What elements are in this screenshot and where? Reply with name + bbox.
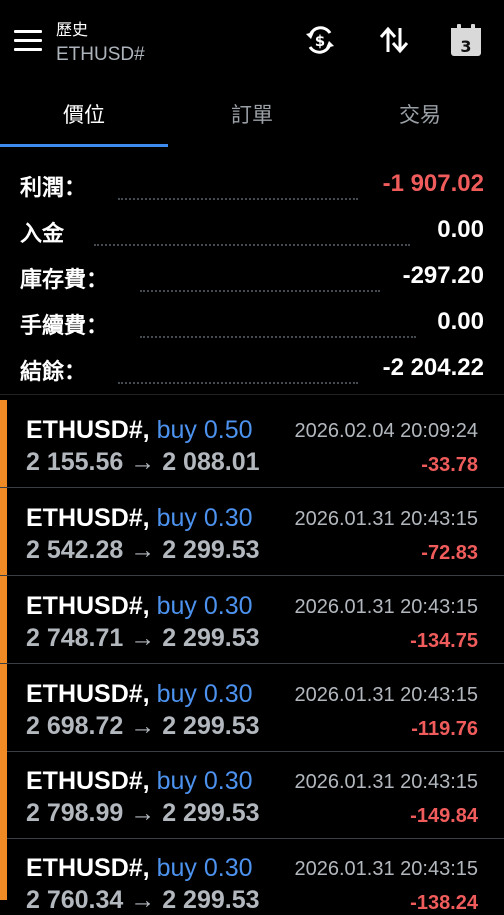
deal-prices: 2 155.56 → 2 088.01 xyxy=(26,448,260,476)
deal-profit: -72.83 xyxy=(421,542,478,564)
deal-symbol: ETHUSD#, buy 0.30 xyxy=(26,592,253,620)
summary-value: -2 204.22 xyxy=(382,354,484,381)
deal-symbol: ETHUSD#, buy 0.30 xyxy=(26,767,253,795)
deal-profit: -134.75 xyxy=(410,630,478,652)
summary-row-commission: 手續費： 0.00 xyxy=(0,302,504,348)
deal-side: buy 0.30 xyxy=(156,504,253,532)
deal-time: 2026.01.31 20:43:15 xyxy=(294,596,478,618)
deal-profit: -149.84 xyxy=(410,805,478,827)
tab-orders[interactable]: 訂單 xyxy=(168,84,336,146)
deal-time: 2026.01.31 20:43:15 xyxy=(294,684,478,706)
summary-label: 利潤： xyxy=(20,176,87,201)
deal-prices: 2 542.28 → 2 299.53 xyxy=(26,536,260,564)
summary-value: -297.20 xyxy=(402,262,484,289)
deal-row[interactable]: ETHUSD#, buy 0.30 2 748.71 → 2 299.53 20… xyxy=(0,576,504,664)
dot-leader xyxy=(94,224,410,246)
dot-leader xyxy=(118,178,358,200)
summary-value: 0.00 xyxy=(437,216,484,243)
deal-marker xyxy=(0,838,7,900)
sync-currency-icon[interactable]: $ xyxy=(302,22,338,58)
divider xyxy=(0,394,504,395)
active-tab-indicator xyxy=(0,144,168,147)
svg-text:$: $ xyxy=(315,32,325,50)
sort-icon[interactable] xyxy=(376,22,412,58)
deal-symbol: ETHUSD#, buy 0.30 xyxy=(26,680,253,708)
deal-row[interactable]: ETHUSD#, buy 0.30 2 760.34 → 2 299.53 20… xyxy=(0,838,504,914)
deal-row[interactable]: ETHUSD#, buy 0.50 2 155.56 → 2 088.01 20… xyxy=(0,400,504,488)
summary-row-balance: 結餘： -2 204.22 xyxy=(0,348,504,394)
page-title: 歷史 xyxy=(56,20,89,39)
deal-side: buy 0.30 xyxy=(156,854,253,882)
deal-prices: 2 760.34 → 2 299.53 xyxy=(26,886,260,914)
summary-label: 手續費： xyxy=(20,314,109,339)
dot-leader xyxy=(118,362,358,384)
summary-row-deposit: 入金 0.00 xyxy=(0,210,504,256)
deal-time: 2026.02.04 20:09:24 xyxy=(294,420,478,442)
deal-time: 2026.01.31 20:43:15 xyxy=(294,858,478,880)
deal-marker xyxy=(0,488,7,575)
deal-symbol: ETHUSD#, buy 0.30 xyxy=(26,854,253,882)
deal-marker xyxy=(0,664,7,751)
deal-side: buy 0.30 xyxy=(156,767,253,795)
deal-profit: -119.76 xyxy=(411,718,478,740)
menu-icon[interactable] xyxy=(14,30,42,52)
deal-marker xyxy=(0,751,7,838)
summary-label: 庫存費： xyxy=(20,268,109,293)
summary-label: 入金 xyxy=(20,222,65,247)
deal-profit: -33.78 xyxy=(421,454,478,476)
summary-row-profit: 利潤： -1 907.02 xyxy=(0,164,504,210)
summary-value: 0.00 xyxy=(437,308,484,335)
dot-leader xyxy=(140,270,380,292)
tab-bar: 價位 訂單 交易 xyxy=(0,84,504,148)
deal-marker xyxy=(0,400,7,487)
deal-side: buy 0.30 xyxy=(156,680,253,708)
calendar-day: 3 xyxy=(460,37,471,56)
summary-label: 結餘： xyxy=(20,360,87,385)
deal-symbol: ETHUSD#, buy 0.50 xyxy=(26,416,253,444)
top-app-bar: 歷史 ETHUSD# $ 3 xyxy=(0,0,504,84)
deal-side: buy 0.30 xyxy=(156,592,253,620)
deal-row[interactable]: ETHUSD#, buy 0.30 2 798.99 → 2 299.53 20… xyxy=(0,751,504,839)
deal-time: 2026.01.31 20:43:15 xyxy=(294,508,478,530)
deal-prices: 2 798.99 → 2 299.53 xyxy=(26,799,260,827)
calendar-icon[interactable]: 3 xyxy=(448,22,484,58)
deal-row[interactable]: ETHUSD#, buy 0.30 2 698.72 → 2 299.53 20… xyxy=(0,664,504,752)
deal-symbol: ETHUSD#, buy 0.30 xyxy=(26,504,253,532)
dot-leader xyxy=(140,316,416,338)
deal-marker xyxy=(0,576,7,663)
deal-time: 2026.01.31 20:43:15 xyxy=(294,771,478,793)
deal-prices: 2 698.72 → 2 299.53 xyxy=(26,712,260,740)
deal-prices: 2 748.71 → 2 299.53 xyxy=(26,624,260,652)
summary-value: -1 907.02 xyxy=(382,170,484,197)
deal-profit: -138.24 xyxy=(410,892,478,914)
deal-side: buy 0.50 xyxy=(156,416,253,444)
tab-prices[interactable]: 價位 xyxy=(0,84,168,146)
symbol-subtitle: ETHUSD# xyxy=(56,44,145,65)
summary-row-swap: 庫存費： -297.20 xyxy=(0,256,504,302)
tab-deals[interactable]: 交易 xyxy=(336,84,504,146)
deal-row[interactable]: ETHUSD#, buy 0.30 2 542.28 → 2 299.53 20… xyxy=(0,488,504,576)
